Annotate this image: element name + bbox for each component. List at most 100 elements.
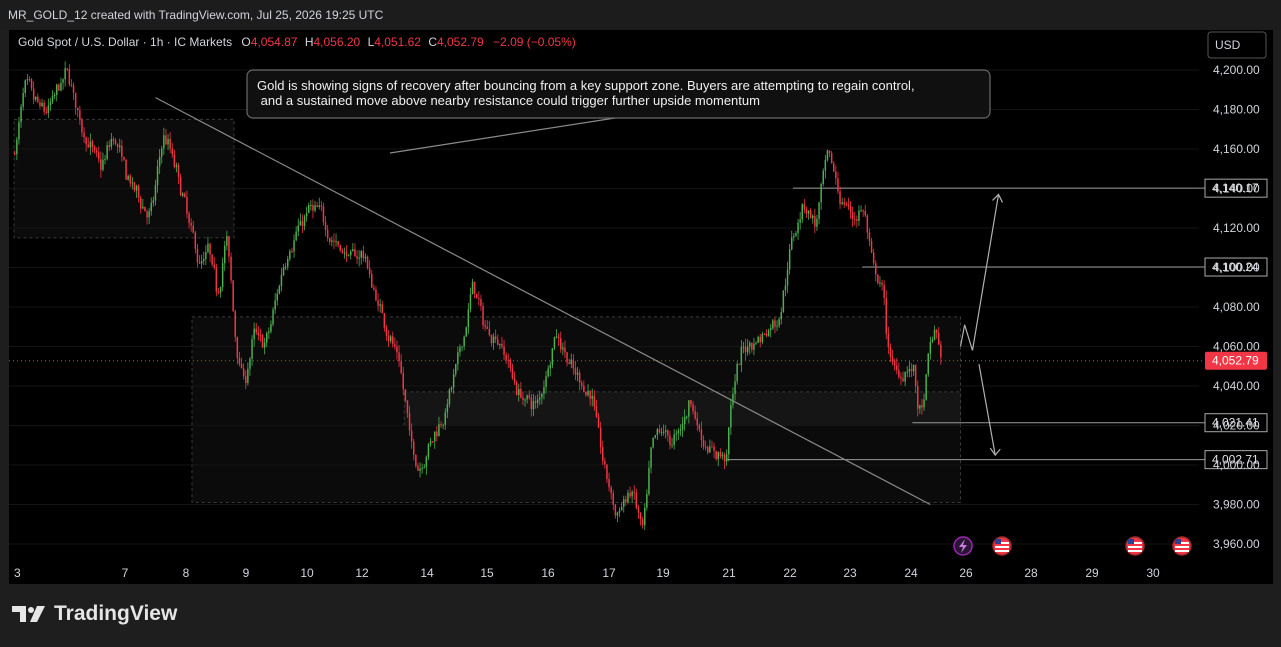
candle-body <box>68 68 71 85</box>
candle-body <box>171 148 173 155</box>
candle-body <box>868 232 871 242</box>
candle-body <box>742 346 745 348</box>
candle-body <box>284 266 287 268</box>
candle-body <box>864 211 866 216</box>
candle-body <box>238 357 241 364</box>
x-tick-label: 17 <box>602 566 616 580</box>
candle-body <box>230 256 232 281</box>
candle-body <box>631 491 633 497</box>
candle-body <box>438 424 440 437</box>
candle-body <box>799 219 801 223</box>
candle-body <box>339 245 341 251</box>
candle-body <box>528 395 530 398</box>
candle-body <box>677 430 680 434</box>
candle-body <box>150 202 152 212</box>
price-chart[interactable]: 4,140.174,100.244,021.414,002.714,052.79… <box>9 30 1273 584</box>
candle-body <box>835 171 837 179</box>
candle-body <box>633 491 635 493</box>
candle-body <box>618 510 621 513</box>
open-value: 4,054.87 <box>251 35 298 49</box>
candle-body <box>719 452 722 457</box>
candle-body <box>940 344 942 358</box>
candle-body <box>515 382 518 395</box>
candle-body <box>301 221 304 226</box>
lightning-event-icon[interactable] <box>953 536 973 556</box>
candle-body <box>547 368 549 377</box>
candle-body <box>669 435 671 445</box>
candle-body <box>751 342 753 350</box>
candle-body <box>887 333 890 348</box>
candle-body <box>660 432 663 434</box>
candle-body <box>614 504 617 516</box>
candle-body <box>322 206 325 223</box>
candle-body <box>904 372 906 382</box>
candle-body <box>471 281 474 295</box>
candle-body <box>22 92 24 107</box>
y-tick-label: 4,180.00 <box>1213 103 1260 117</box>
currency-button-label[interactable]: USD <box>1215 38 1241 52</box>
candle-body <box>889 347 892 357</box>
candle-body <box>696 418 698 426</box>
candle-body <box>499 344 501 346</box>
candle-body <box>507 359 509 361</box>
candle-body <box>291 251 293 253</box>
low-value: 4,051.62 <box>374 35 421 49</box>
candle-body <box>486 326 488 329</box>
annotation-callout[interactable]: Gold is showing signs of recovery after … <box>246 69 991 154</box>
candle-body <box>599 427 602 448</box>
candle-body <box>371 273 373 288</box>
y-tick-label: 4,200.00 <box>1213 63 1260 77</box>
us-flag-event-icon[interactable] <box>1172 536 1192 556</box>
candle-body <box>576 372 579 375</box>
candle-body <box>186 196 188 214</box>
candle-body <box>112 138 115 141</box>
candle-body <box>539 397 541 400</box>
candle-body <box>352 249 354 252</box>
candle-body <box>883 284 885 299</box>
symbol-legend[interactable]: Gold Spot / U.S. Dollar · 1h · IC Market… <box>18 35 576 49</box>
candle-body <box>646 494 648 508</box>
candle-body <box>530 397 533 410</box>
candle-body <box>824 159 827 171</box>
candle-body <box>282 267 285 276</box>
candle-body <box>681 423 684 430</box>
candle-body <box>707 447 709 453</box>
candle-body <box>469 294 472 310</box>
x-tick-label: 26 <box>959 566 973 580</box>
candle-body <box>137 185 140 198</box>
candle-body <box>476 293 478 299</box>
candle-body <box>568 362 570 365</box>
us-flag-event-icon[interactable] <box>992 536 1012 556</box>
candle-body <box>570 359 572 365</box>
candle-body <box>694 411 696 419</box>
candle-body <box>53 94 56 96</box>
candle-body <box>274 300 276 310</box>
candle-body <box>83 132 85 138</box>
candle-body <box>446 404 449 413</box>
currency-button[interactable]: USD <box>1207 31 1267 59</box>
candle-body <box>860 210 862 212</box>
candle-body <box>444 412 446 425</box>
candle-body <box>70 84 73 86</box>
candle-body <box>366 256 369 269</box>
candle-body <box>847 204 850 206</box>
candle-body <box>746 346 749 353</box>
candle-body <box>276 293 278 301</box>
candle-body <box>448 389 451 405</box>
high-label: H <box>305 35 314 49</box>
candle-body <box>805 209 808 214</box>
chart-panel[interactable]: 4,140.17 4,100.24 4,021.41 4,002.71 4,052.79… <box>9 30 1273 584</box>
candle-body <box>297 225 299 232</box>
us-flag-event-icon[interactable] <box>1125 536 1145 556</box>
candle-body <box>100 159 102 170</box>
candle-body <box>858 210 860 221</box>
candle-body <box>324 222 327 230</box>
candle-body <box>574 368 577 375</box>
candle-body <box>32 88 35 100</box>
candle-body <box>851 212 854 220</box>
candle-body <box>400 361 402 373</box>
tradingview-logo[interactable]: TradingView <box>12 602 177 626</box>
projection-up-path <box>959 194 1000 351</box>
candle-body <box>650 447 652 468</box>
candle-body <box>152 200 155 203</box>
